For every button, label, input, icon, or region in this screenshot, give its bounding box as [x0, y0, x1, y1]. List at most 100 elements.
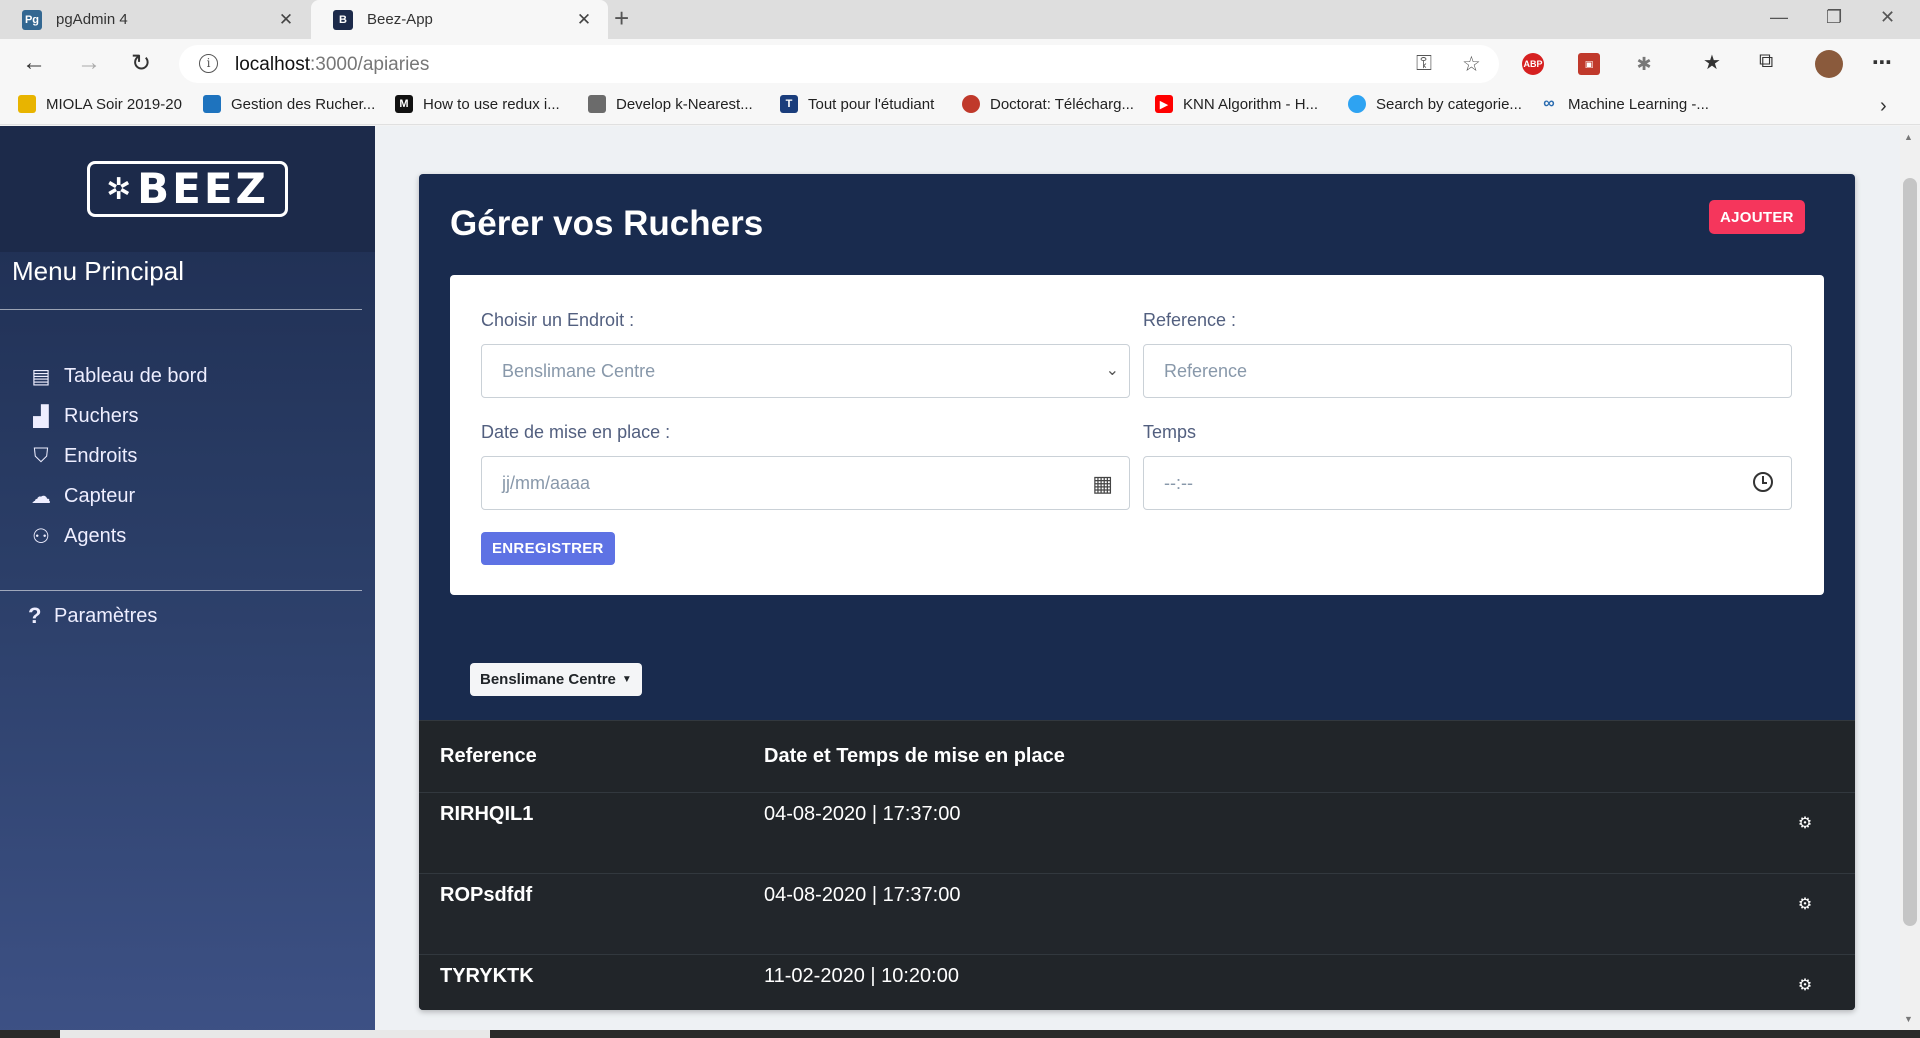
cloud-icon: ☁ [31, 485, 51, 508]
sidebar-item-agents[interactable]: ⚇ Agents [28, 516, 207, 556]
bookmark-icon [203, 95, 221, 113]
page-scrollbar[interactable]: ▲ ▼ [1900, 126, 1920, 1038]
avatar[interactable] [1815, 50, 1843, 78]
bee-icon: ✲ [106, 172, 132, 206]
browser-toolbar: ← → ↻ i localhost:3000/apiaries ⚿ ☆ ABP … [0, 39, 1920, 89]
close-tab-icon[interactable]: ✕ [276, 10, 296, 30]
location-select[interactable]: Benslimane Centre ⌄ [481, 344, 1130, 398]
divider [0, 309, 362, 310]
reference-label: Reference : [1143, 310, 1237, 330]
more-menu-icon[interactable]: ⋯ [1872, 50, 1892, 75]
add-button[interactable]: AJOUTER [1709, 200, 1805, 234]
table-row: TYRYKTK 11-02-2020 | 10:20:00 ⚙ [419, 954, 1855, 1010]
sidebar-item-settings[interactable]: ? Paramètres [28, 603, 157, 629]
forward-icon[interactable]: → [77, 49, 101, 77]
time-input[interactable]: --:-- [1143, 456, 1792, 510]
scroll-down-icon[interactable]: ▼ [1904, 1014, 1913, 1024]
new-tab-icon[interactable]: + [614, 3, 629, 34]
bookmark-icon: T [780, 95, 798, 113]
adblock-icon[interactable]: ABP [1522, 53, 1544, 75]
star-icon[interactable]: ☆ [1462, 52, 1481, 77]
key-icon[interactable]: ⚿ [1416, 52, 1432, 76]
url-text: localhost:3000/apiaries [235, 54, 430, 75]
taskbar-edge [0, 1030, 1920, 1038]
scroll-up-icon[interactable]: ▲ [1904, 132, 1913, 142]
table-row: ROPsdfdf 04-08-2020 | 17:37:00 ⚙ [419, 873, 1855, 955]
chevron-right-icon[interactable]: › [1880, 95, 1887, 118]
extension-icon[interactable]: ▣ [1578, 53, 1600, 75]
bookmark-icon [18, 95, 36, 113]
bookmark-icon [1348, 95, 1366, 113]
beez-logo: ✲ BEEZ [87, 161, 288, 217]
table-header-row: Reference Date et Temps de mise en place [419, 720, 1855, 793]
pgadmin-icon: Pg [22, 9, 42, 30]
bookmark-item[interactable]: T Tout pour l'étudiant [780, 95, 934, 113]
date-input[interactable]: jj/mm/aaaa ▦ [481, 456, 1130, 510]
tab-title: pgAdmin 4 [56, 11, 128, 28]
address-bar[interactable]: i localhost:3000/apiaries ⚿ ☆ [179, 45, 1499, 83]
bookmark-item[interactable]: Gestion des Rucher... [203, 95, 375, 113]
save-button[interactable]: ENREGISTRER [481, 532, 615, 565]
bookmark-item[interactable]: ▶ KNN Algorithm - H... [1155, 95, 1318, 113]
clock-icon[interactable] [1753, 472, 1773, 492]
sidebar-item-dashboard[interactable]: ▤ Tableau de bord [28, 356, 208, 396]
gears-icon[interactable]: ⚙ [1798, 894, 1812, 914]
bookmark-item[interactable]: M How to use redux i... [395, 95, 560, 113]
brand[interactable]: ✲ BEEZ [0, 126, 375, 252]
caret-down-icon: ▼ [621, 674, 632, 685]
cell-reference: TYRYKTK [419, 954, 764, 1010]
beez-icon: B [333, 9, 353, 30]
back-icon[interactable]: ← [22, 49, 46, 77]
tab-title: Beez-App [367, 11, 433, 28]
sidebar-item-ruchers[interactable]: ▟ Ruchers [28, 396, 207, 436]
apiaries-table: Reference Date et Temps de mise en place… [419, 720, 1855, 1010]
scrollbar-thumb[interactable] [1903, 178, 1917, 926]
browser-tab-pgadmin[interactable]: Pg pgAdmin 4 ✕ [0, 0, 310, 39]
cell-datetime: 11-02-2020 | 10:20:00 [764, 954, 1755, 1010]
bookmark-item[interactable]: ∞ Machine Learning -... [1540, 95, 1709, 113]
sidebar-item-capteur[interactable]: ☁ Capteur [28, 476, 207, 516]
favorites-icon[interactable]: ★ [1703, 50, 1721, 75]
bookmark-item[interactable]: Develop k-Nearest... [588, 95, 753, 113]
browser-tab-bar: Pg pgAdmin 4 ✕ B Beez-App ✕ + — ❐ ✕ [0, 0, 1920, 39]
users-icon: ⚇ [32, 525, 50, 548]
bookmark-item[interactable]: Search by categorie... [1348, 95, 1522, 113]
gears-icon[interactable]: ⚙ [1798, 975, 1812, 995]
question-icon: ? [28, 603, 42, 628]
window-close-icon[interactable]: ✕ [1880, 7, 1895, 28]
page-title: Gérer vos Ruchers [450, 204, 764, 243]
location-label: Choisir un Endroit : [481, 310, 635, 330]
chevron-down-icon: ⌄ [1105, 362, 1119, 379]
column-header-reference: Reference [419, 720, 764, 793]
reference-input[interactable]: Reference [1143, 344, 1792, 398]
site-info-icon[interactable]: i [199, 54, 218, 73]
bookmark-item[interactable]: Doctorat: Télécharg... [962, 95, 1134, 113]
table-row: RIRHQIL1 04-08-2020 | 17:37:00 ⚙ [419, 792, 1855, 874]
gears-icon[interactable]: ⚙ [1798, 813, 1812, 833]
bookmark-icon [962, 95, 980, 113]
close-tab-icon[interactable]: ✕ [574, 10, 594, 30]
map-marker-icon: ⛉ [33, 444, 49, 467]
calendar-icon[interactable]: ▦ [1092, 471, 1113, 497]
infinity-icon: ∞ [1543, 95, 1555, 112]
cell-reference: ROPsdfdf [419, 873, 764, 955]
date-label: Date de mise en place : [481, 422, 671, 442]
sidebar-item-endroits[interactable]: ⛉ Endroits [28, 436, 207, 476]
browser-tab-beez[interactable]: B Beez-App ✕ [311, 0, 608, 39]
collections-icon[interactable]: ⧉ [1759, 50, 1773, 73]
column-header-datetime: Date et Temps de mise en place [764, 720, 1755, 793]
hives-icon: ▟ [33, 405, 49, 428]
location-filter-dropdown[interactable]: Benslimane Centre ▼ [470, 663, 642, 696]
medium-icon: M [395, 95, 413, 113]
bookmarks-bar: MIOLA Soir 2019-20 Gestion des Rucher...… [0, 89, 1920, 125]
extension-bug-icon[interactable]: ✱ [1633, 53, 1655, 75]
sidebar-nav: ▤ Tableau de bord ▟ Ruchers ⛉ Endroits ☁ Cap… [28, 356, 207, 556]
minimize-icon[interactable]: — [1770, 7, 1788, 28]
time-label: Temps [1143, 422, 1197, 442]
reload-icon[interactable]: ↻ [131, 49, 151, 78]
sidebar: ✲ BEEZ Menu Principal ▤ Tableau de bord ▟… [0, 126, 375, 1038]
restore-icon[interactable]: ❐ [1826, 7, 1842, 28]
cell-datetime: 04-08-2020 | 17:37:00 [764, 792, 1755, 874]
apiary-form: Choisir un Endroit : Benslimane Centre ⌄… [450, 275, 1824, 595]
bookmark-item[interactable]: MIOLA Soir 2019-20 [18, 95, 182, 113]
